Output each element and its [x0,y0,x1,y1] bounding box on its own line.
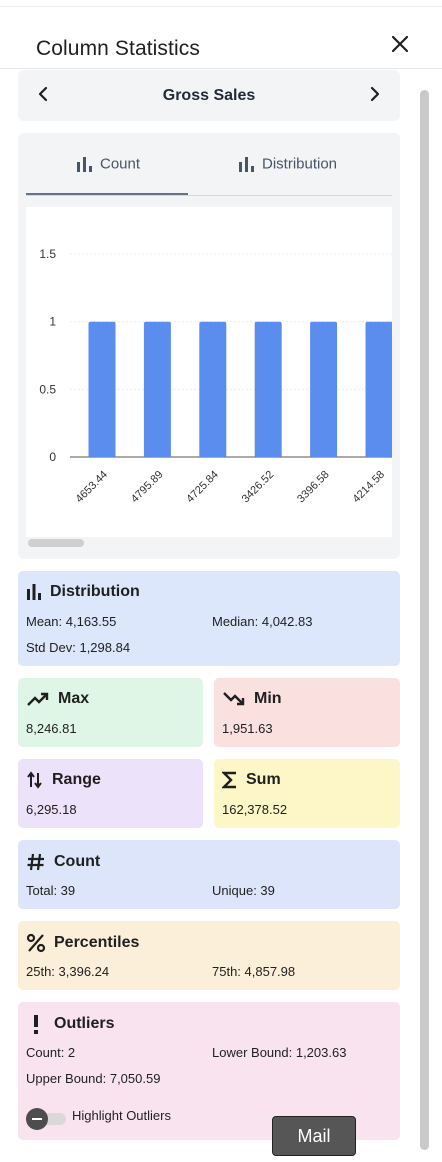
trending-down-icon [223,692,245,706]
max-title: Max [58,690,90,707]
tab-divider [26,195,392,196]
x-tick-label: 3426.52 [240,469,277,506]
max-value: 8,246.81 [26,721,77,736]
exclamation-icon [34,1015,38,1034]
outliers-heading: Outliers [26,1014,114,1034]
sigma-icon [222,771,236,789]
active-tab-indicator [26,193,188,195]
max-card: Max 8,246.81 [18,678,203,747]
range-heading: Range [26,771,101,789]
tab-count-label: Count [100,155,141,173]
x-tick-label: 4653.44 [74,469,111,506]
column-name: Gross Sales [162,87,256,104]
column-navigator: Gross Sales [18,70,400,121]
top-strip [0,0,442,7]
x-tick-label: 3396.58 [295,469,332,506]
min-heading: Min [222,690,282,708]
min-title: Min [254,690,282,707]
distribution-title: Distribution [50,583,140,600]
count-total: Total: 39 [26,883,76,898]
min-card: Min 1,951.63 [214,678,400,747]
bar-chart-icon [77,157,92,173]
bar-chart-icon [239,157,254,173]
mean-value: Mean: 4,163.55 [26,614,117,629]
sum-value: 162,378.52 [222,802,288,817]
mail-button[interactable]: Mail [272,1116,356,1156]
max-heading: Max [26,690,89,708]
panel-title: Column Statistics [36,37,200,60]
bar-chart-svg: 0 0.5 1 1.5 4653.44 4795.89 4725.84 3426.52 3396… [39,247,393,506]
y-tick-label: 1.5 [39,247,56,261]
bar[interactable] [199,321,227,457]
chevron-right-icon[interactable] [362,82,386,106]
outliers-count: Count: 2 [26,1045,76,1060]
bar[interactable] [310,321,338,457]
panel-header: Column Statistics [0,20,442,69]
y-tick-label: 1 [49,315,56,329]
sum-card: Sum 162,378.52 [214,759,400,828]
vertical-scrollbar[interactable] [420,90,429,1150]
chart-horizontal-scrollbar[interactable] [28,539,84,547]
sum-heading: Sum [222,771,281,789]
distribution-heading: Distribution [26,583,140,601]
bar[interactable] [365,321,393,457]
percentiles-heading: Percentiles [26,933,139,953]
count-title: Count [54,853,101,870]
x-tick-label: 4725.84 [184,469,221,506]
chart-panel: Count Distribution 0 0.5 1 1.5 4653.44 4795.8… [18,133,400,559]
count-unique: Unique: 39 [212,883,275,898]
tab-distribution-label: Distribution [262,155,338,173]
close-icon[interactable] [388,32,412,56]
percentiles-card: Percentiles 25th: 3,396.24 75th: 4,857.9… [18,921,400,990]
median-value: Median: 4,042.83 [212,614,313,629]
sum-title: Sum [246,771,281,788]
bar-chart: 0 0.5 1 1.5 4653.44 4795.89 4725.84 3426.52 3396… [26,207,392,537]
min-value: 1,951.63 [222,721,273,736]
percentile-25: 25th: 3,396.24 [26,964,110,979]
x-tick-label: 4795.89 [129,469,166,506]
percent-icon [26,933,46,953]
percentiles-title: Percentiles [54,934,140,951]
hash-icon [27,853,44,871]
trending-up-icon [27,692,49,706]
y-tick-label: 0.5 [39,382,56,396]
std-dev-value: Std Dev: 1,298.84 [26,640,131,655]
x-tick-label: 4214.58 [351,469,388,506]
swap-vertical-icon [27,771,42,789]
tab-distribution[interactable]: Distribution [238,155,337,195]
highlight-outliers-label: Highlight Outliers [72,1108,171,1123]
bar[interactable] [88,321,116,457]
y-tick-label: 0 [49,450,56,464]
outliers-lower-bound: Lower Bound: 1,203.63 [212,1045,347,1060]
count-card: Count Total: 39 Unique: 39 [18,840,400,909]
range-title: Range [52,771,101,788]
range-value: 6,295.18 [26,802,77,817]
outliers-upper-bound: Upper Bound: 7,050.59 [26,1071,161,1086]
bar[interactable] [143,321,171,457]
distribution-card: Distribution Mean: 4,163.55 Median: 4,04… [18,571,400,666]
count-heading: Count [26,852,100,872]
tab-count[interactable]: Count [76,155,140,195]
range-card: Range 6,295.18 [18,759,203,828]
percentile-75: 75th: 4,857.98 [212,964,296,979]
highlight-outliers-toggle[interactable] [26,1108,68,1130]
toggle-knob [26,1108,48,1130]
outliers-title: Outliers [54,1015,115,1032]
bar[interactable] [254,321,282,457]
bar-chart-icon [27,584,41,600]
